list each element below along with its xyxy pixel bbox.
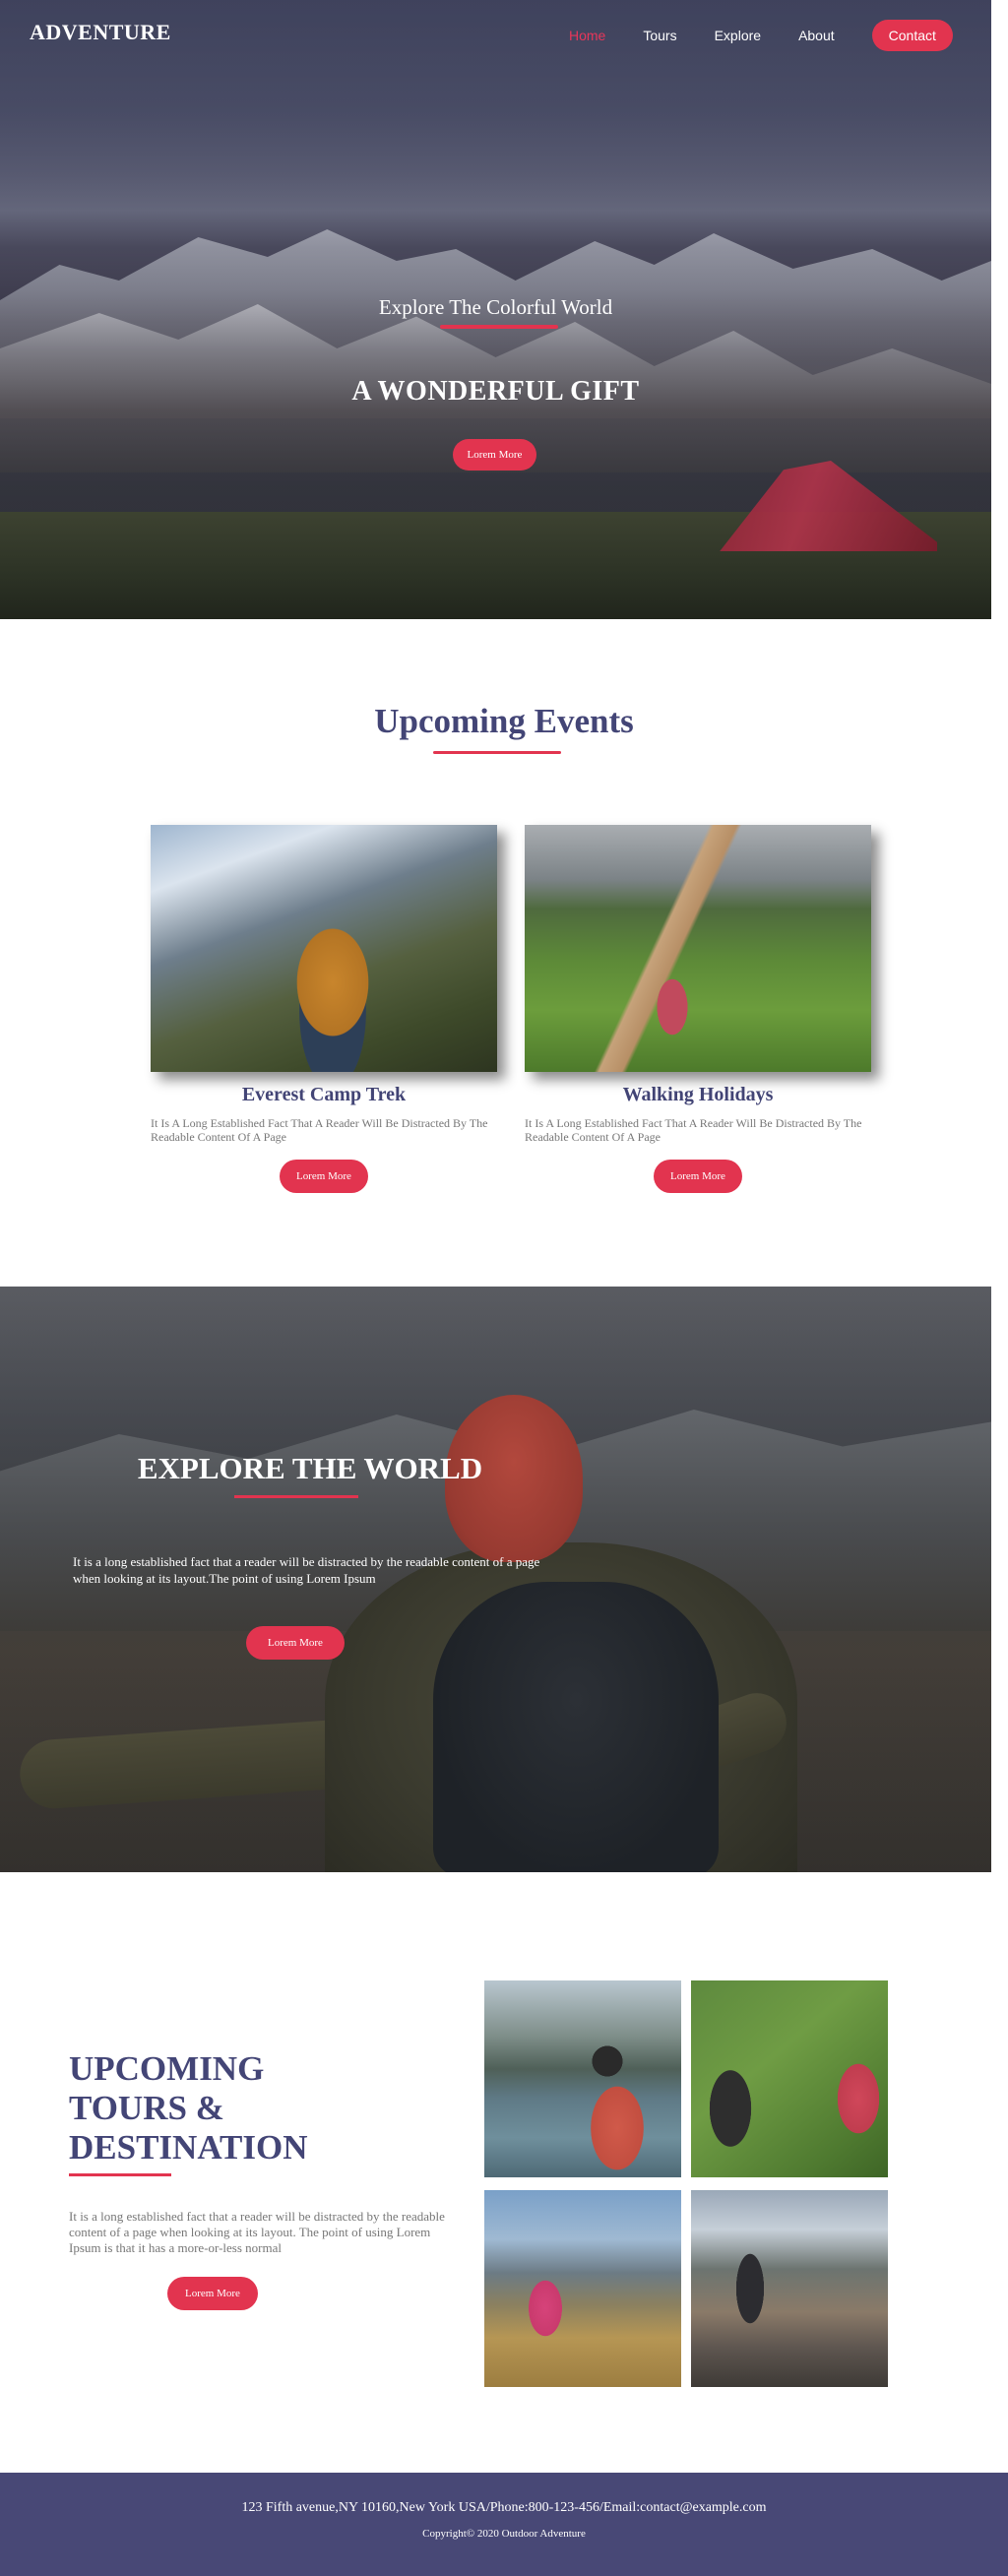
- explore-more-button[interactable]: Lorem More: [246, 1626, 345, 1660]
- explore-hiker-arm: [17, 1717, 377, 1811]
- explore-hiker-backpack: [433, 1582, 719, 1872]
- hero-cta-button[interactable]: Lorem More: [453, 439, 536, 471]
- nav-explore-link[interactable]: Explore: [715, 28, 761, 43]
- tours-more-button[interactable]: Lorem More: [167, 2277, 258, 2310]
- nav-contact-button[interactable]: Contact: [871, 20, 953, 51]
- site-footer: 123 Fifth avenue,NY 10160,New York USA/P…: [0, 2473, 1008, 2576]
- event-card-walking: Walking Holidays It Is A Long Establishe…: [525, 825, 871, 1193]
- explore-title-underline: [234, 1495, 358, 1498]
- event-image-everest: [151, 825, 497, 1072]
- footer-copyright: Copyright© 2020 Outdoor Adventure: [422, 2528, 586, 2540]
- site-logo[interactable]: ADVENTURE: [30, 20, 171, 45]
- tours-title: UPCOMING TOURS & DESTINATION: [69, 2049, 394, 2168]
- hero-tent: [720, 461, 937, 551]
- nav-tours-link[interactable]: Tours: [643, 28, 676, 43]
- event-image-walking: [525, 825, 871, 1072]
- tours-title-line: UPCOMING: [69, 2049, 265, 2088]
- events-section-title: Upcoming Events: [374, 702, 634, 740]
- event-title: Everest Camp Trek: [241, 1084, 407, 1105]
- footer-address: 123 Fifth avenue,NY 10160,New York USA/P…: [241, 2500, 767, 2515]
- tour-photo-valley: [484, 2190, 681, 2387]
- tour-photo-lake: [484, 1980, 681, 2177]
- explore-title: EXPLORE THE WORLD: [137, 1451, 483, 1485]
- tours-description: It is a long established fact that a rea…: [69, 2209, 445, 2255]
- nav-about-link[interactable]: About: [798, 28, 835, 43]
- main-nav: Home Tours Explore About Contact: [569, 20, 953, 51]
- tour-photo-ridge: [691, 2190, 888, 2387]
- tours-title-underline: [69, 2173, 171, 2176]
- hero-subtitle: Explore The Colorful World: [378, 295, 613, 319]
- event-more-button[interactable]: Lorem More: [654, 1160, 742, 1193]
- nav-home-link[interactable]: Home: [569, 28, 605, 43]
- tour-photo-photographers: [691, 1980, 888, 2177]
- tours-title-line: DESTINATION: [69, 2128, 308, 2167]
- tours-title-line: TOURS &: [69, 2089, 224, 2127]
- event-description: It Is A Long Established Fact That A Rea…: [151, 1116, 488, 1144]
- events-title-underline: [433, 751, 561, 754]
- hero-title: A WONDERFUL GIFT: [351, 376, 640, 407]
- event-more-button[interactable]: Lorem More: [280, 1160, 368, 1193]
- event-card-everest: Everest Camp Trek It Is A Long Establish…: [151, 825, 497, 1193]
- event-title: Walking Holidays: [622, 1084, 774, 1105]
- hero-underline: [440, 325, 558, 329]
- explore-description: It is a long established fact that a rea…: [73, 1554, 540, 1586]
- event-description: It Is A Long Established Fact That A Rea…: [525, 1116, 862, 1144]
- hero-section: ADVENTURE Home Tours Explore About Conta…: [0, 0, 991, 619]
